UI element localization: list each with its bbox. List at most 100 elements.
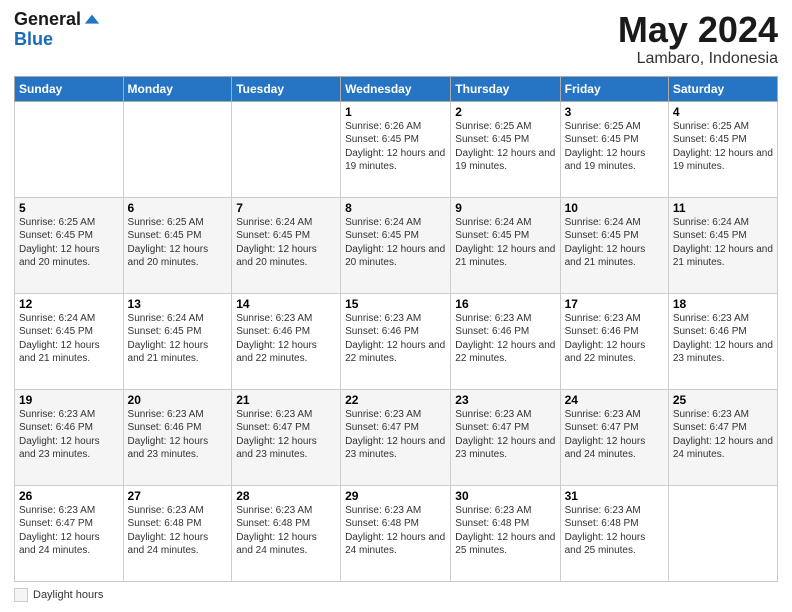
day-info: Sunrise: 6:23 AM Sunset: 6:48 PM Dayligh… xyxy=(345,504,446,558)
day-info: Sunrise: 6:23 AM Sunset: 6:46 PM Dayligh… xyxy=(345,312,446,366)
day-info: Sunrise: 6:23 AM Sunset: 6:47 PM Dayligh… xyxy=(236,408,336,462)
day-number: 2 xyxy=(455,105,555,119)
day-info: Sunrise: 6:24 AM Sunset: 6:45 PM Dayligh… xyxy=(345,216,446,270)
calendar-week-4: 19Sunrise: 6:23 AM Sunset: 6:46 PM Dayli… xyxy=(15,389,778,485)
calendar-cell: 18Sunrise: 6:23 AM Sunset: 6:46 PM Dayli… xyxy=(668,293,777,389)
weekday-header-tuesday: Tuesday xyxy=(232,76,341,101)
calendar-cell xyxy=(668,485,777,581)
calendar-cell: 20Sunrise: 6:23 AM Sunset: 6:46 PM Dayli… xyxy=(123,389,232,485)
day-number: 10 xyxy=(565,201,664,215)
calendar-cell xyxy=(15,101,124,197)
day-info: Sunrise: 6:23 AM Sunset: 6:48 PM Dayligh… xyxy=(565,504,664,558)
day-number: 15 xyxy=(345,297,446,311)
day-number: 4 xyxy=(673,105,773,119)
day-info: Sunrise: 6:23 AM Sunset: 6:47 PM Dayligh… xyxy=(19,504,119,558)
day-info: Sunrise: 6:23 AM Sunset: 6:48 PM Dayligh… xyxy=(128,504,228,558)
day-info: Sunrise: 6:26 AM Sunset: 6:45 PM Dayligh… xyxy=(345,120,446,174)
calendar-week-3: 12Sunrise: 6:24 AM Sunset: 6:45 PM Dayli… xyxy=(15,293,778,389)
calendar-cell xyxy=(232,101,341,197)
calendar-body: 1Sunrise: 6:26 AM Sunset: 6:45 PM Daylig… xyxy=(15,101,778,581)
calendar-cell: 30Sunrise: 6:23 AM Sunset: 6:48 PM Dayli… xyxy=(451,485,560,581)
day-info: Sunrise: 6:24 AM Sunset: 6:45 PM Dayligh… xyxy=(455,216,555,270)
day-number: 6 xyxy=(128,201,228,215)
calendar-cell: 25Sunrise: 6:23 AM Sunset: 6:47 PM Dayli… xyxy=(668,389,777,485)
calendar-cell: 8Sunrise: 6:24 AM Sunset: 6:45 PM Daylig… xyxy=(341,197,451,293)
calendar-cell: 13Sunrise: 6:24 AM Sunset: 6:45 PM Dayli… xyxy=(123,293,232,389)
day-number: 5 xyxy=(19,201,119,215)
day-number: 24 xyxy=(565,393,664,407)
calendar-cell: 21Sunrise: 6:23 AM Sunset: 6:47 PM Dayli… xyxy=(232,389,341,485)
calendar-cell: 24Sunrise: 6:23 AM Sunset: 6:47 PM Dayli… xyxy=(560,389,668,485)
day-number: 28 xyxy=(236,489,336,503)
day-number: 26 xyxy=(19,489,119,503)
calendar-cell: 17Sunrise: 6:23 AM Sunset: 6:46 PM Dayli… xyxy=(560,293,668,389)
logo-icon xyxy=(83,11,101,29)
day-number: 19 xyxy=(19,393,119,407)
weekday-header-thursday: Thursday xyxy=(451,76,560,101)
weekday-header-row: SundayMondayTuesdayWednesdayThursdayFrid… xyxy=(15,76,778,101)
day-info: Sunrise: 6:24 AM Sunset: 6:45 PM Dayligh… xyxy=(19,312,119,366)
calendar-header: SundayMondayTuesdayWednesdayThursdayFrid… xyxy=(15,76,778,101)
day-info: Sunrise: 6:23 AM Sunset: 6:47 PM Dayligh… xyxy=(673,408,773,462)
day-number: 8 xyxy=(345,201,446,215)
day-number: 13 xyxy=(128,297,228,311)
day-number: 25 xyxy=(673,393,773,407)
daylight-label: Daylight hours xyxy=(33,589,103,601)
calendar-cell: 11Sunrise: 6:24 AM Sunset: 6:45 PM Dayli… xyxy=(668,197,777,293)
calendar-page: General Blue May 2024 Lambaro, Indonesia… xyxy=(0,0,792,612)
calendar-cell: 28Sunrise: 6:23 AM Sunset: 6:48 PM Dayli… xyxy=(232,485,341,581)
footer: Daylight hours xyxy=(14,588,778,602)
day-info: Sunrise: 6:23 AM Sunset: 6:46 PM Dayligh… xyxy=(19,408,119,462)
calendar-cell: 23Sunrise: 6:23 AM Sunset: 6:47 PM Dayli… xyxy=(451,389,560,485)
day-info: Sunrise: 6:25 AM Sunset: 6:45 PM Dayligh… xyxy=(128,216,228,270)
weekday-header-wednesday: Wednesday xyxy=(341,76,451,101)
day-info: Sunrise: 6:24 AM Sunset: 6:45 PM Dayligh… xyxy=(236,216,336,270)
calendar-cell xyxy=(123,101,232,197)
calendar-table: SundayMondayTuesdayWednesdayThursdayFrid… xyxy=(14,76,778,582)
day-number: 20 xyxy=(128,393,228,407)
day-number: 1 xyxy=(345,105,446,119)
day-number: 30 xyxy=(455,489,555,503)
calendar-cell: 14Sunrise: 6:23 AM Sunset: 6:46 PM Dayli… xyxy=(232,293,341,389)
day-info: Sunrise: 6:23 AM Sunset: 6:46 PM Dayligh… xyxy=(455,312,555,366)
day-info: Sunrise: 6:23 AM Sunset: 6:47 PM Dayligh… xyxy=(345,408,446,462)
calendar-cell: 1Sunrise: 6:26 AM Sunset: 6:45 PM Daylig… xyxy=(341,101,451,197)
calendar-cell: 12Sunrise: 6:24 AM Sunset: 6:45 PM Dayli… xyxy=(15,293,124,389)
day-info: Sunrise: 6:25 AM Sunset: 6:45 PM Dayligh… xyxy=(565,120,664,174)
logo-general-text: General xyxy=(14,10,81,30)
calendar-cell: 2Sunrise: 6:25 AM Sunset: 6:45 PM Daylig… xyxy=(451,101,560,197)
weekday-header-saturday: Saturday xyxy=(668,76,777,101)
calendar-week-1: 1Sunrise: 6:26 AM Sunset: 6:45 PM Daylig… xyxy=(15,101,778,197)
day-info: Sunrise: 6:24 AM Sunset: 6:45 PM Dayligh… xyxy=(128,312,228,366)
weekday-header-friday: Friday xyxy=(560,76,668,101)
calendar-cell: 29Sunrise: 6:23 AM Sunset: 6:48 PM Dayli… xyxy=(341,485,451,581)
header: General Blue May 2024 Lambaro, Indonesia xyxy=(14,10,778,68)
day-info: Sunrise: 6:25 AM Sunset: 6:45 PM Dayligh… xyxy=(19,216,119,270)
day-number: 23 xyxy=(455,393,555,407)
day-info: Sunrise: 6:23 AM Sunset: 6:46 PM Dayligh… xyxy=(236,312,336,366)
calendar-cell: 3Sunrise: 6:25 AM Sunset: 6:45 PM Daylig… xyxy=(560,101,668,197)
day-number: 22 xyxy=(345,393,446,407)
calendar-cell: 6Sunrise: 6:25 AM Sunset: 6:45 PM Daylig… xyxy=(123,197,232,293)
calendar-cell: 10Sunrise: 6:24 AM Sunset: 6:45 PM Dayli… xyxy=(560,197,668,293)
location-title: Lambaro, Indonesia xyxy=(618,50,778,68)
calendar-cell: 7Sunrise: 6:24 AM Sunset: 6:45 PM Daylig… xyxy=(232,197,341,293)
weekday-header-sunday: Sunday xyxy=(15,76,124,101)
day-number: 3 xyxy=(565,105,664,119)
calendar-week-2: 5Sunrise: 6:25 AM Sunset: 6:45 PM Daylig… xyxy=(15,197,778,293)
day-number: 14 xyxy=(236,297,336,311)
day-number: 17 xyxy=(565,297,664,311)
day-number: 18 xyxy=(673,297,773,311)
day-number: 31 xyxy=(565,489,664,503)
day-number: 16 xyxy=(455,297,555,311)
calendar-cell: 22Sunrise: 6:23 AM Sunset: 6:47 PM Dayli… xyxy=(341,389,451,485)
day-number: 21 xyxy=(236,393,336,407)
calendar-cell: 9Sunrise: 6:24 AM Sunset: 6:45 PM Daylig… xyxy=(451,197,560,293)
calendar-cell: 31Sunrise: 6:23 AM Sunset: 6:48 PM Dayli… xyxy=(560,485,668,581)
calendar-cell: 5Sunrise: 6:25 AM Sunset: 6:45 PM Daylig… xyxy=(15,197,124,293)
day-info: Sunrise: 6:23 AM Sunset: 6:46 PM Dayligh… xyxy=(565,312,664,366)
logo-blue-text: Blue xyxy=(14,30,101,50)
day-number: 7 xyxy=(236,201,336,215)
day-info: Sunrise: 6:24 AM Sunset: 6:45 PM Dayligh… xyxy=(565,216,664,270)
day-info: Sunrise: 6:23 AM Sunset: 6:48 PM Dayligh… xyxy=(455,504,555,558)
